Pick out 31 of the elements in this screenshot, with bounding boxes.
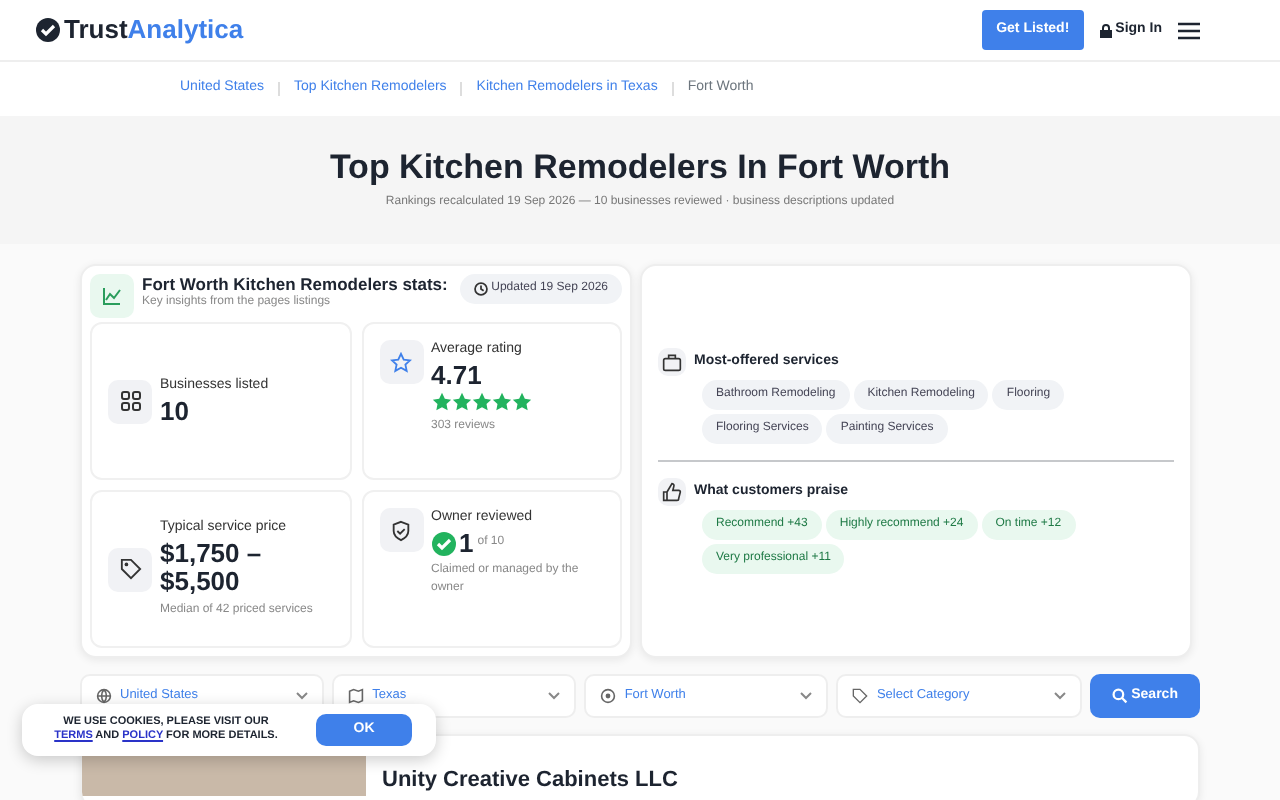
stat-value: 10 xyxy=(160,397,191,426)
grid-icon xyxy=(108,379,152,423)
page-title: Top Kitchen Remodelers In Fort Worth xyxy=(329,148,951,190)
stat-value: $1,750 – $5,500 xyxy=(160,539,264,598)
shield-icon xyxy=(379,508,423,552)
star-icon xyxy=(431,389,451,414)
briefcase-icon xyxy=(658,348,686,376)
map-icon xyxy=(348,688,365,704)
star-icon xyxy=(511,389,531,414)
star-icon xyxy=(491,389,511,414)
tag-icon xyxy=(852,688,869,704)
stat-value: 4.71 xyxy=(431,361,484,390)
business-name: Unity Creative Cabinets LLC xyxy=(382,766,678,796)
chart-icon xyxy=(90,274,134,318)
brand-logo[interactable]: TrustAnalytica xyxy=(64,10,244,50)
globe-icon xyxy=(96,688,112,704)
star-icon xyxy=(471,389,491,414)
stats-title: Fort Worth Kitchen Remodelers stats: xyxy=(142,274,448,295)
caret-icon xyxy=(548,692,561,700)
caret-icon xyxy=(296,692,309,700)
caret-icon xyxy=(800,692,813,700)
thumbs-up-icon xyxy=(658,478,686,506)
menu-icon xyxy=(1178,21,1200,39)
stat-value: 1 xyxy=(459,529,474,558)
lock-icon xyxy=(1099,23,1112,37)
price-tag-icon xyxy=(108,547,152,591)
verified-icon xyxy=(431,531,455,556)
logo-icon xyxy=(36,18,60,42)
star-icon xyxy=(451,389,471,414)
search-icon xyxy=(1111,688,1128,704)
caret-icon xyxy=(1053,692,1066,700)
